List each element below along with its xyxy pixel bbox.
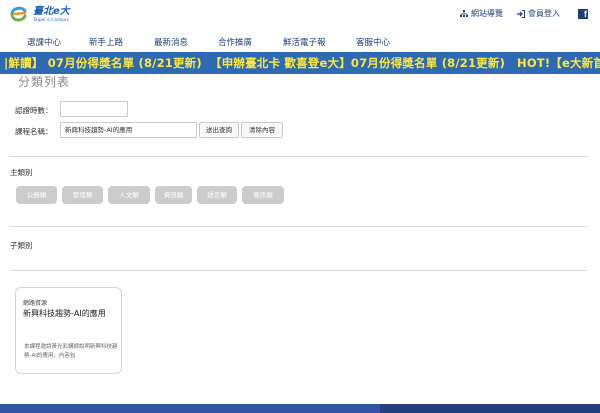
page-title: 分類列表 — [18, 75, 71, 89]
marquee-item[interactable]: HOT!【e大新首 — [517, 55, 600, 71]
category-button-civil[interactable]: 公務類 — [16, 186, 57, 204]
clear-button[interactable]: 清除內容 — [241, 122, 283, 138]
top-links: 網站導覽 會員登入 f — [446, 8, 588, 19]
nav-item-course-center[interactable]: 選課中心 — [27, 36, 61, 48]
logo-subtext: Taipei e-Campus — [33, 16, 69, 22]
facebook-icon[interactable]: f — [578, 8, 588, 19]
footer-bar — [0, 404, 600, 413]
login-label: 會員登入 — [528, 9, 560, 18]
category-button-language[interactable]: 語言類 — [197, 186, 237, 204]
top-header: 臺北e大 Taipei e-Campus 網站導覽 會員登入 f — [0, 0, 600, 28]
hours-input[interactable] — [60, 101, 128, 117]
nav-item-customer-service[interactable]: 客服中心 — [356, 36, 390, 48]
course-name-input[interactable]: 新興科技趨勢-AI的應用 — [60, 122, 197, 138]
sitemap-link[interactable]: 網站導覽 — [460, 8, 503, 19]
category-button-arts[interactable]: 藝訊類 — [242, 186, 284, 204]
main-nav: 選課中心 新手上路 最新消息 合作推廣 鮮活電子報 客服中心 — [0, 32, 600, 52]
category-button-management[interactable]: 管理類 — [62, 186, 103, 204]
marquee-item[interactable]: |鮮讀】 07月份得獎名單 (8/21更新) — [4, 55, 202, 71]
login-link[interactable]: 會員登入 — [517, 8, 560, 19]
nav-item-news[interactable]: 最新消息 — [154, 36, 188, 48]
divider — [10, 156, 588, 157]
course-card-title[interactable]: 新興科技趨勢-AI的應用 — [23, 308, 106, 319]
main-category-label: 主類別 — [10, 168, 33, 177]
nav-item-newsletter[interactable]: 鮮活電子報 — [283, 36, 326, 48]
category-button-information[interactable]: 資訊類 — [155, 186, 192, 204]
course-card-category: 網路資源 — [23, 300, 48, 307]
divider — [10, 270, 588, 271]
course-card[interactable]: 網路資源 新興科技趨勢-AI的應用 本課程邀請黃光彩講師說明新興科技趨勢-AI的… — [15, 287, 122, 374]
search-button[interactable]: 送出查詢 — [199, 122, 239, 138]
site-logo[interactable]: 臺北e大 Taipei e-Campus — [8, 3, 70, 25]
hours-label: 認證時數： — [15, 106, 53, 115]
sitemap-icon — [460, 9, 468, 17]
news-marquee[interactable]: |鮮讀】 07月份得獎名單 (8/21更新) 【申辦臺北卡 歡喜登e大】07月份… — [0, 52, 600, 74]
sub-category-label: 子類別 — [10, 241, 33, 250]
category-button-humanities[interactable]: 人文類 — [108, 186, 150, 204]
logo-mark-icon — [8, 4, 30, 24]
login-icon — [517, 9, 525, 18]
nav-item-cooperation[interactable]: 合作推廣 — [218, 36, 252, 48]
logo-text: 臺北e大 — [33, 5, 70, 17]
footer-bar-accent — [380, 404, 600, 413]
divider — [10, 226, 588, 227]
course-card-description: 本課程邀請黃光彩講師說明新興科技趨勢-AI的應用，內容包 — [24, 344, 118, 359]
marquee-item[interactable]: 【申辦臺北卡 歡喜登e大】07月份得獎名單 (8/21更新) — [210, 55, 505, 71]
nav-item-beginner[interactable]: 新手上路 — [89, 36, 123, 48]
sitemap-label: 網站導覽 — [471, 9, 503, 18]
course-name-label: 課程名稱： — [15, 127, 53, 136]
